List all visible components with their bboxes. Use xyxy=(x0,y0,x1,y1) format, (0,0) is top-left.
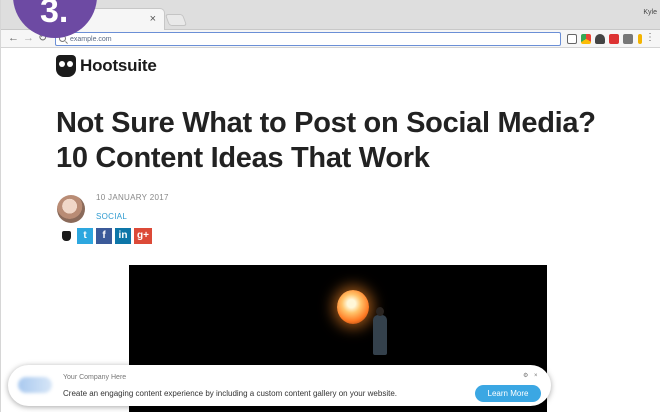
address-bar[interactable]: example.com xyxy=(55,32,561,46)
article-title: Not Sure What to Post on Social Media? 1… xyxy=(56,107,596,174)
facebook-share-icon[interactable]: f xyxy=(96,228,112,244)
chrome-extension-icon[interactable] xyxy=(581,34,591,44)
company-name: Your Company Here xyxy=(63,374,127,381)
extension-badge-icon[interactable] xyxy=(609,34,619,44)
content-notification-bar: Your Company Here Create an engaging con… xyxy=(8,365,551,406)
tab-close-icon[interactable]: × xyxy=(150,12,156,26)
browser-window: × Kyle ← → ↻ example.com ⋮ 3. Hootsuite … xyxy=(0,0,660,412)
pocket-icon[interactable] xyxy=(595,34,605,44)
forward-arrow-icon[interactable]: → xyxy=(23,32,34,45)
step-number: 3. xyxy=(40,0,69,30)
category-link[interactable]: SOCIAL xyxy=(96,212,127,221)
back-arrow-icon[interactable]: ← xyxy=(8,32,19,45)
new-tab-button[interactable] xyxy=(164,14,188,26)
google-plus-share-icon[interactable]: g+ xyxy=(134,228,152,244)
bookmark-icon[interactable] xyxy=(638,34,642,44)
cast-icon[interactable] xyxy=(567,34,577,44)
tab-strip: × Kyle xyxy=(1,0,660,30)
extension-icon[interactable] xyxy=(623,34,633,44)
browser-menu-icon[interactable]: ⋮ xyxy=(645,32,655,44)
browser-toolbar: ← → ↻ example.com ⋮ xyxy=(1,30,660,48)
logo-text: Hootsuite xyxy=(80,56,157,75)
notification-message: Create an engaging content experience by… xyxy=(63,389,397,398)
linkedin-share-icon[interactable]: in xyxy=(115,228,131,244)
learn-more-button[interactable]: Learn More xyxy=(475,385,541,402)
owl-logo-icon xyxy=(56,55,76,77)
profile-name[interactable]: Kyle xyxy=(643,9,657,16)
url-text: example.com xyxy=(70,36,112,43)
publish-date: 10 JANUARY 2017 xyxy=(96,193,169,202)
company-logo-icon xyxy=(18,377,52,393)
hootsuite-share-icon[interactable] xyxy=(60,228,72,244)
lantern-light xyxy=(337,290,369,324)
author-avatar[interactable] xyxy=(57,195,85,223)
notification-controls-icon[interactable]: ⚙ × xyxy=(523,372,540,379)
person-silhouette xyxy=(373,307,387,355)
twitter-share-icon[interactable]: t xyxy=(77,228,93,244)
